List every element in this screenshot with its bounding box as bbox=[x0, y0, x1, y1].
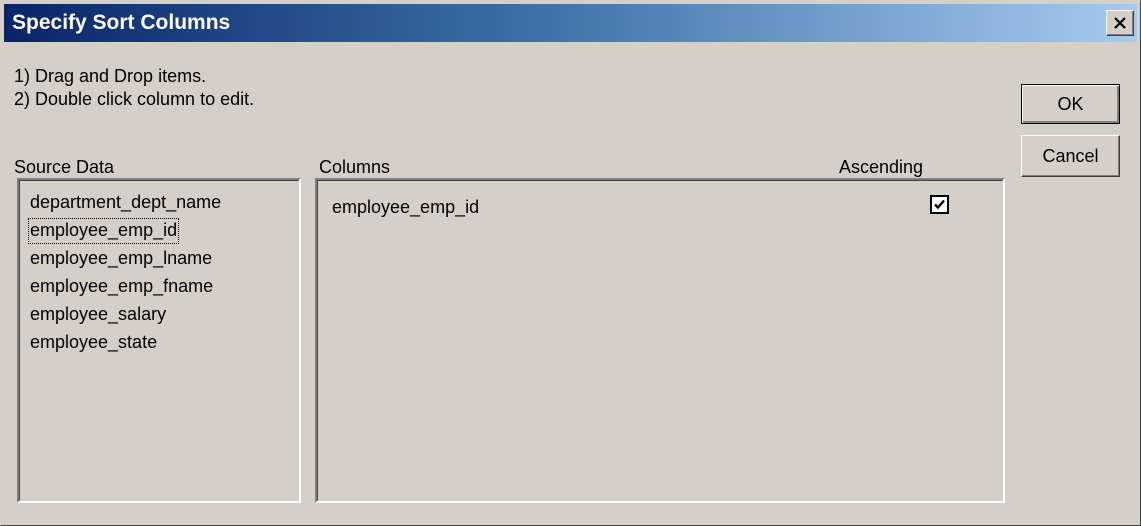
sort-column-name[interactable]: employee_emp_id bbox=[332, 195, 479, 219]
source-data-list-inner: department_dept_name employee_emp_id emp… bbox=[19, 180, 299, 501]
list-item[interactable]: employee_salary bbox=[28, 302, 168, 328]
list-item[interactable]: employee_emp_id bbox=[28, 218, 180, 244]
close-icon bbox=[1114, 17, 1126, 29]
columns-label: Columns bbox=[319, 157, 391, 177]
list-item[interactable]: employee_emp_lname bbox=[28, 246, 214, 272]
window-title: Specify Sort Columns bbox=[12, 11, 231, 34]
sort-columns-list[interactable]: employee_emp_id bbox=[315, 178, 1005, 503]
list-item[interactable]: department_dept_name bbox=[28, 190, 223, 216]
source-data-label: Source Data bbox=[14, 157, 115, 177]
sort-columns-dialog: Specify Sort Columns 1) Drag and Drop it… bbox=[0, 0, 1141, 526]
checkmark-icon bbox=[934, 199, 945, 210]
list-item[interactable]: employee_emp_fname bbox=[28, 274, 215, 300]
instruction-line-1: 1) Drag and Drop items. bbox=[14, 66, 207, 86]
close-button[interactable] bbox=[1106, 10, 1134, 36]
instruction-line-2: 2) Double click column to edit. bbox=[14, 89, 255, 109]
title-bar[interactable]: Specify Sort Columns bbox=[4, 4, 1137, 42]
source-data-list[interactable]: department_dept_name employee_emp_id emp… bbox=[17, 178, 301, 503]
ascending-checkbox[interactable] bbox=[930, 195, 949, 214]
list-item[interactable]: employee_state bbox=[28, 330, 159, 356]
cancel-button[interactable]: Cancel bbox=[1021, 135, 1120, 177]
sort-columns-list-inner: employee_emp_id bbox=[317, 180, 1003, 501]
ok-button[interactable]: OK bbox=[1021, 84, 1120, 124]
ascending-label: Ascending bbox=[839, 157, 924, 177]
